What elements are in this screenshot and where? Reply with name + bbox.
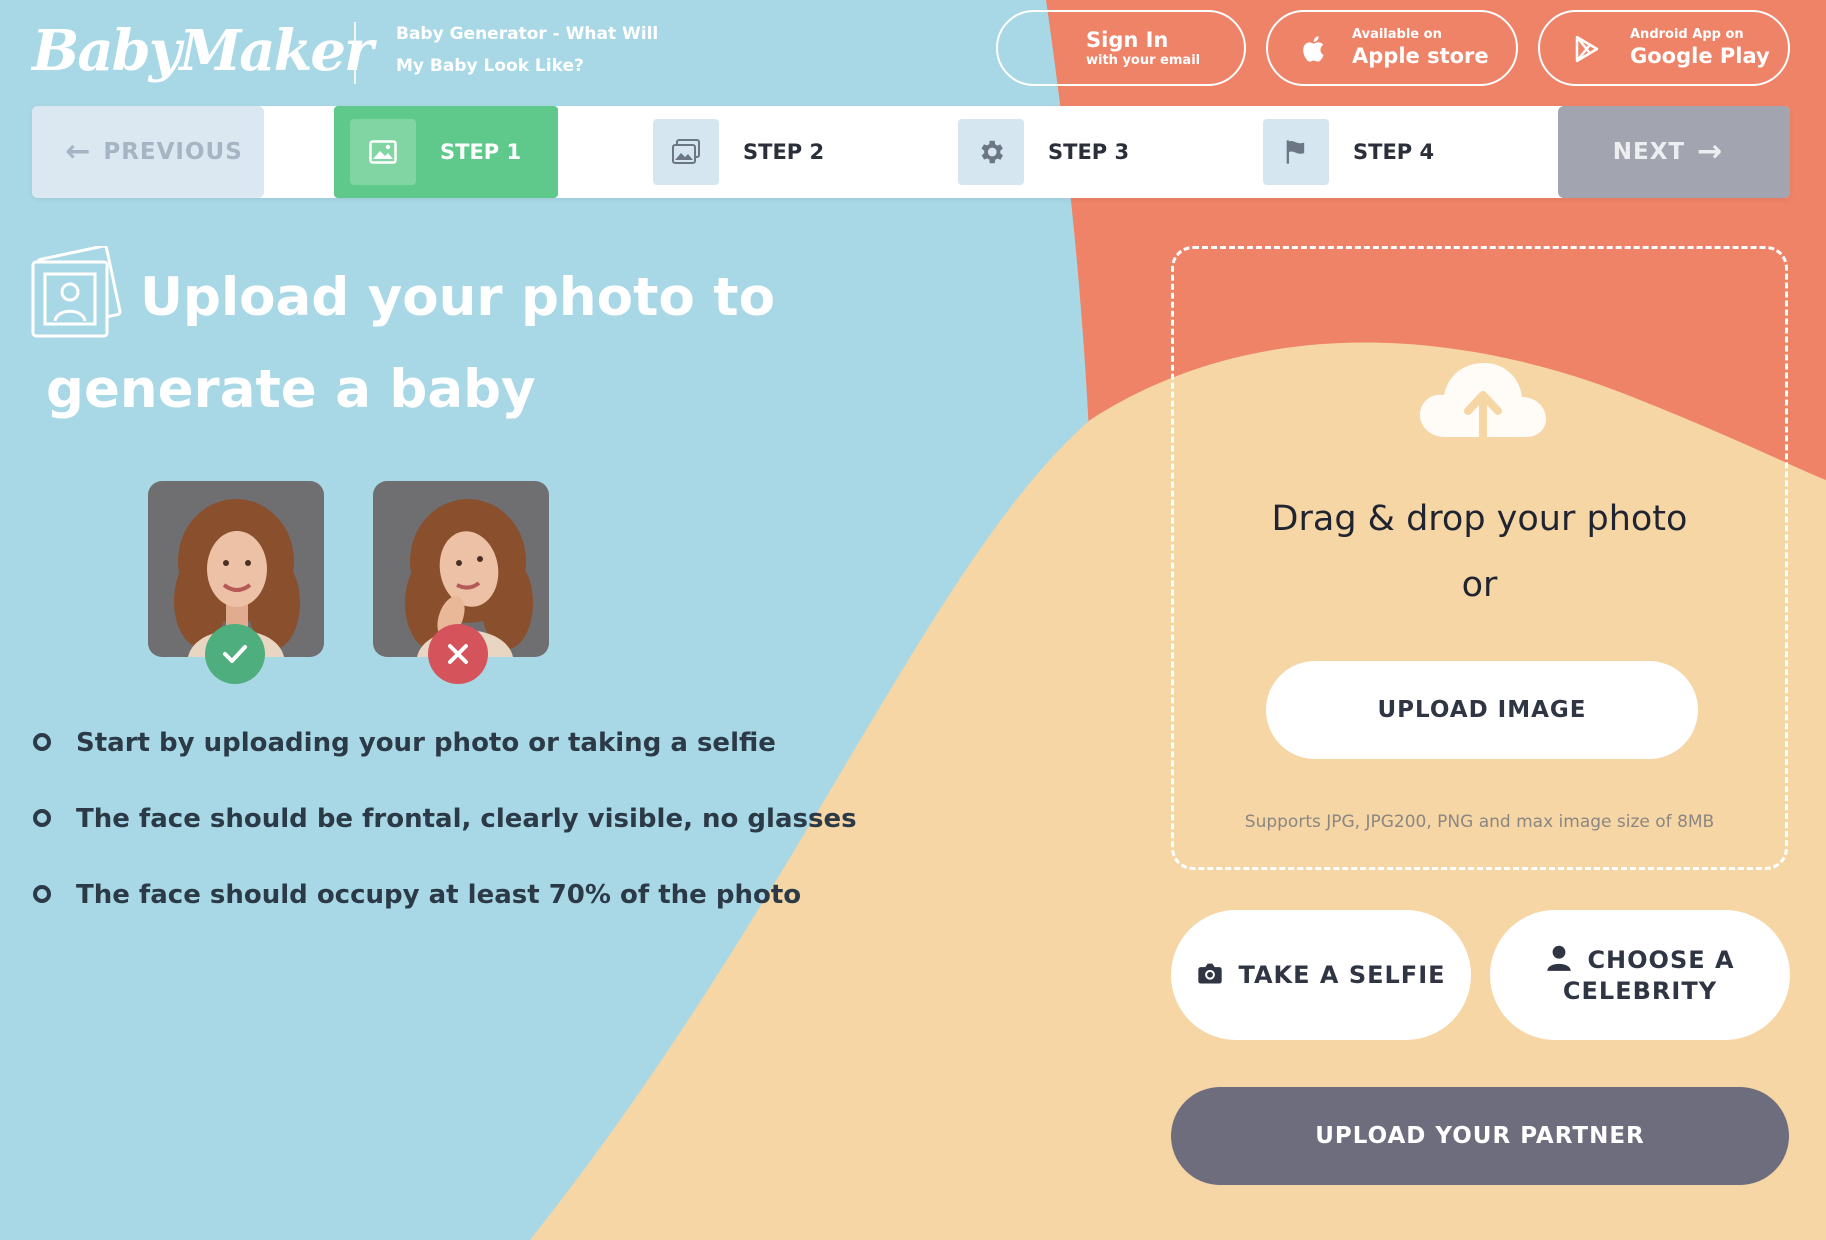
or-text: or bbox=[1461, 565, 1498, 605]
sign-in-button[interactable]: Sign In with your email bbox=[996, 10, 1246, 86]
camera-icon bbox=[1198, 963, 1223, 984]
step-4-label: STEP 4 bbox=[1353, 140, 1435, 164]
take-selfie-label: TAKE A SELFIE bbox=[1238, 961, 1446, 989]
choose-celebrity-button[interactable]: CHOOSE A CELEBRITY bbox=[1490, 910, 1790, 1040]
step-2-label: STEP 2 bbox=[743, 140, 825, 164]
google-play-big: Google Play bbox=[1630, 44, 1770, 68]
apple-icon bbox=[1303, 36, 1324, 62]
previous-button[interactable]: ← PREVIOUS bbox=[32, 106, 264, 198]
photo-dropzone[interactable]: Drag & drop your photo or UPLOAD IMAGE S… bbox=[1171, 246, 1788, 870]
check-icon bbox=[205, 624, 265, 684]
next-button[interactable]: NEXT → bbox=[1558, 106, 1790, 198]
page-title: Upload your photo to generate a baby bbox=[46, 267, 776, 420]
step-4[interactable]: STEP 4 bbox=[1263, 106, 1434, 198]
apple-store-big: Apple store bbox=[1352, 44, 1489, 68]
apple-store-button[interactable]: Available on Apple store bbox=[1266, 10, 1518, 86]
drag-drop-text: Drag & drop your photo bbox=[1271, 499, 1688, 539]
list-item: The face should be frontal, clearly visi… bbox=[30, 794, 857, 870]
sign-in-title: Sign In bbox=[1086, 28, 1169, 52]
arrow-right-icon: → bbox=[1697, 134, 1724, 169]
gear-icon bbox=[958, 119, 1024, 185]
bullet-icon bbox=[33, 809, 51, 827]
tip-text: Start by uploading your photo or taking … bbox=[76, 728, 776, 758]
step-1-label: STEP 1 bbox=[440, 140, 522, 164]
list-item: Start by uploading your photo or taking … bbox=[30, 718, 857, 794]
previous-label: PREVIOUS bbox=[103, 139, 243, 165]
take-selfie-button[interactable]: TAKE A SELFIE bbox=[1171, 910, 1471, 1040]
tip-text: The face should occupy at least 70% of t… bbox=[76, 880, 802, 910]
file-support-note: Supports JPG, JPG200, PNG and max image … bbox=[1244, 812, 1715, 832]
tip-text: The face should be frontal, clearly visi… bbox=[76, 804, 857, 834]
header-divider bbox=[354, 22, 356, 84]
step-3-label: STEP 3 bbox=[1048, 140, 1130, 164]
images-icon bbox=[653, 119, 719, 185]
list-item: The face should occupy at least 70% of t… bbox=[30, 870, 857, 946]
upload-image-button[interactable]: UPLOAD IMAGE bbox=[1266, 661, 1698, 759]
play-store-icon bbox=[1575, 35, 1599, 63]
choose-celebrity-label: CHOOSE A CELEBRITY bbox=[1562, 945, 1735, 1005]
sign-in-subtitle: with your email bbox=[1086, 53, 1201, 68]
brand-logo[interactable]: BabyMaker bbox=[32, 8, 374, 94]
bullet-icon bbox=[33, 733, 51, 751]
brand-tagline: Baby Generator - What Will My Baby Look … bbox=[396, 24, 659, 76]
arrow-left-icon: ← bbox=[65, 134, 92, 169]
close-icon bbox=[428, 624, 488, 684]
flag-icon bbox=[1263, 119, 1329, 185]
upload-partner-button[interactable]: UPLOAD YOUR PARTNER bbox=[1171, 1087, 1789, 1185]
google-play-small: Android App on bbox=[1630, 27, 1744, 42]
step-bar: ← PREVIOUS STEP 1 STEP 2 STEP 3 STEP 4 N… bbox=[32, 106, 1790, 198]
step-3[interactable]: STEP 3 bbox=[958, 106, 1129, 198]
tips-list: Start by uploading your photo or taking … bbox=[30, 718, 857, 946]
step-2[interactable]: STEP 2 bbox=[653, 106, 824, 198]
apple-store-small: Available on bbox=[1352, 27, 1442, 42]
user-icon bbox=[1547, 945, 1572, 971]
next-label: NEXT bbox=[1612, 139, 1686, 165]
cloud-upload-icon bbox=[1420, 363, 1546, 439]
google-play-button[interactable]: Android App on Google Play bbox=[1538, 10, 1790, 86]
bullet-icon bbox=[33, 885, 51, 903]
image-icon bbox=[350, 119, 416, 185]
step-1[interactable]: STEP 1 bbox=[334, 106, 558, 198]
